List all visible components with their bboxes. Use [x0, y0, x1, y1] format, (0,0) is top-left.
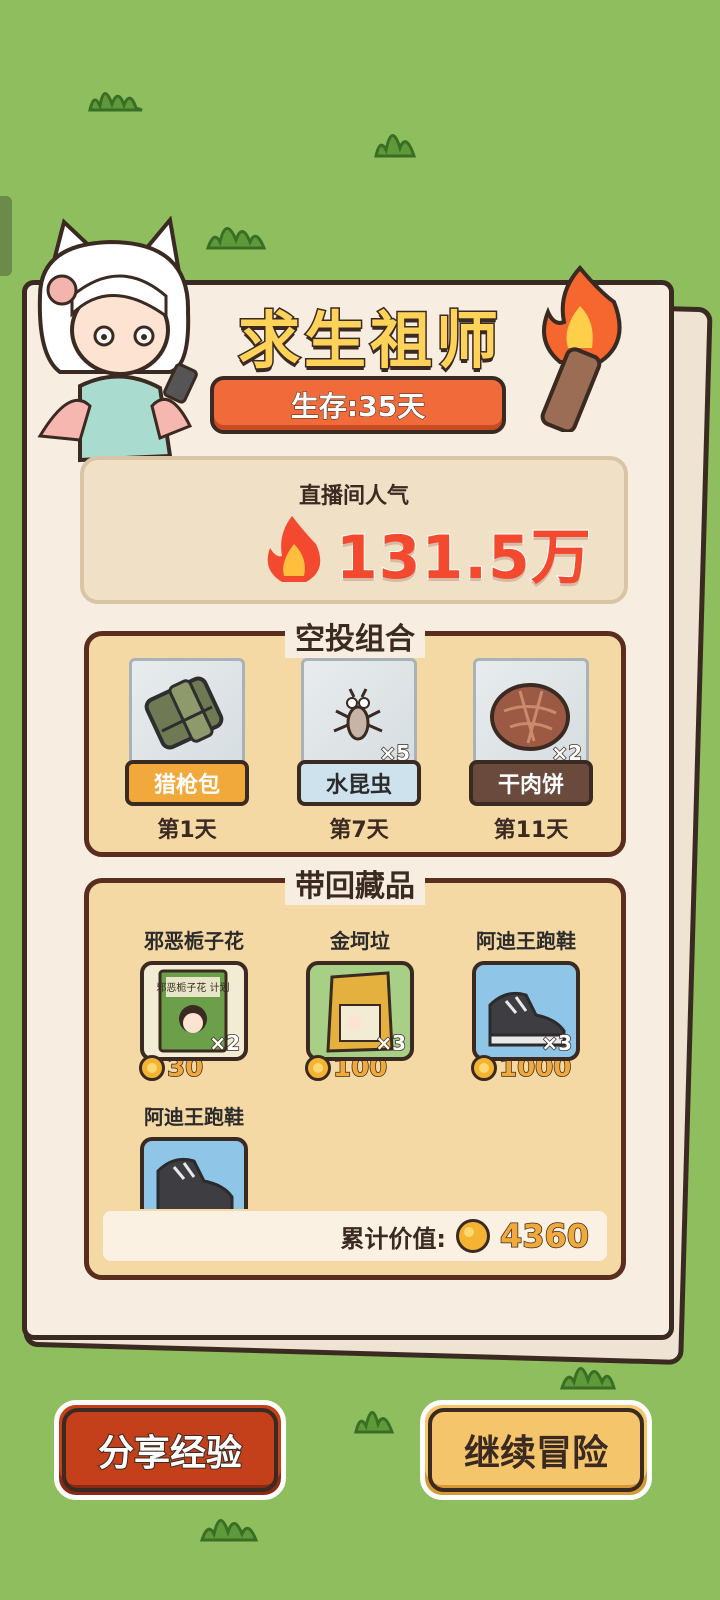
grass-decoration — [88, 78, 144, 112]
collection-item-1[interactable]: 邪恶栀子花 邪恶栀子花 计划 ×2 30 — [119, 925, 269, 1084]
collection-card: ×3 — [306, 961, 414, 1061]
grass-decoration — [200, 1504, 258, 1542]
book-cover-text: 邪恶栀子花 计划 — [156, 981, 229, 994]
game-title: 求生祖师 — [236, 303, 502, 379]
airdrop-item-3[interactable]: ×2 干肉饼 第11天 — [469, 658, 593, 844]
collection-item-name: 金坷垃 — [330, 929, 390, 953]
popularity-label: 直播间人气 — [298, 484, 409, 509]
continue-adventure-label: 继续冒险 — [463, 1433, 608, 1474]
grass-decoration — [206, 212, 266, 250]
survival-days-badge: 生存:35天 — [210, 376, 506, 434]
collection-item-2[interactable]: 金坷垃 ×3 100 — [285, 925, 435, 1084]
coin-icon — [139, 1055, 165, 1081]
item-name-tag: 干肉饼 — [469, 760, 593, 806]
share-experience-button[interactable]: 分享经验 — [54, 1400, 286, 1500]
coin-icon — [471, 1055, 497, 1081]
item-name-tag: 猎枪包 — [125, 760, 249, 806]
collection-section-title: 带回藏品 — [285, 861, 425, 905]
collection-item-name: 邪恶栀子花 — [144, 929, 244, 953]
popularity-panel: 直播间人气 131.5万 — [80, 456, 628, 604]
collection-item-name: 阿迪王跑鞋 — [144, 1105, 244, 1129]
item-day: 第1天 — [157, 818, 217, 843]
sneaker-icon — [144, 1157, 244, 1209]
collection-card: ×3 — [472, 961, 580, 1061]
share-experience-label: 分享经验 — [97, 1432, 243, 1475]
item-day: 第7天 — [329, 818, 389, 843]
coin-icon — [305, 1055, 331, 1081]
item-frame — [129, 658, 245, 770]
item-name-tag: 水昆虫 — [297, 760, 421, 806]
item-quantity: ×3 — [375, 1030, 407, 1056]
airdrop-item-2[interactable]: ×5 水昆虫 第7天 — [297, 658, 421, 844]
grass-decoration — [352, 1396, 396, 1434]
airdrop-section-title: 空投组合 — [285, 614, 425, 658]
popularity-value: 131.5万 — [335, 522, 592, 594]
popularity-value-row: 131.5万 — [262, 512, 592, 594]
screen-edge-tab — [0, 196, 12, 276]
survival-days-text: 生存:35天 — [290, 390, 426, 424]
continue-adventure-button[interactable]: 继续冒险 — [420, 1400, 652, 1500]
item-frame: ×2 — [473, 658, 589, 770]
collection-section: 带回藏品 邪恶栀子花 邪恶栀子花 计划 ×2 30 金坷垃 ×3 100 阿迪王… — [84, 861, 626, 1280]
collection-card — [140, 1137, 248, 1209]
collection-item-3[interactable]: 阿迪王跑鞋 ×3 1000 — [451, 925, 601, 1084]
total-value-bar: 累计价值: 4360 — [103, 1211, 607, 1261]
airdrop-item-1[interactable]: 猎枪包 第1天 — [125, 658, 249, 844]
character-avatar — [20, 216, 210, 486]
airdrop-section: 空投组合 猎枪包 第1天 ×5 水昆虫 第7天 ×2 干肉饼 第11天 — [84, 614, 626, 857]
grass-decoration — [372, 118, 418, 158]
item-frame: ×5 — [301, 658, 417, 770]
item-quantity: ×2 — [209, 1030, 241, 1056]
coin-icon — [455, 1219, 490, 1253]
collection-item-name: 阿迪王跑鞋 — [476, 929, 576, 953]
collection-item-4[interactable]: 阿迪王跑鞋 — [119, 1101, 269, 1209]
fire-icon — [262, 514, 326, 590]
collection-card: 邪恶栀子花 计划 ×2 — [140, 961, 248, 1061]
total-value-label: 累计价值: — [340, 1224, 446, 1253]
item-quantity: ×3 — [541, 1030, 573, 1056]
item-day: 第11天 — [493, 818, 569, 843]
total-value: 4360 — [499, 1216, 590, 1256]
